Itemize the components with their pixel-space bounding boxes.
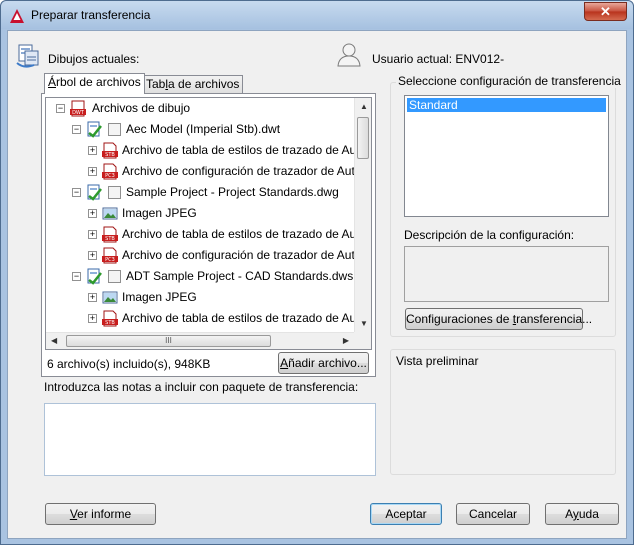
collapse-icon[interactable]: − [72,188,81,197]
collapse-icon[interactable]: − [72,272,81,281]
file-tree[interactable]: − DWT Archivos de dibujo − Aec Model (Imp… [45,97,372,350]
collapse-icon[interactable]: − [56,104,65,113]
dialog-body: Dibujos actuales: Usuario actual: ENV012… [7,30,627,539]
expand-icon[interactable]: + [88,251,97,260]
dialog-window: Preparar transferencia ✕ Dibujos actuale… [0,0,634,545]
tree-item-label: Imagen JPEG [122,206,197,220]
svg-text:STB: STB [105,236,115,242]
setup-description-label: Descripción de la configuración: [404,228,575,242]
collapse-icon[interactable]: − [72,125,81,134]
svg-text:PC3: PC3 [105,173,115,179]
tree-item-label: Archivo de configuración de trazador de … [122,164,354,178]
scroll-left-arrow-icon[interactable]: ◀ [51,336,57,345]
tree-root-label: Archivos de dibujo [92,101,191,115]
drawing-icon [87,268,102,285]
setup-description-box [404,246,609,302]
drawing-icon [87,184,102,201]
tree-item-label: ADT Sample Project - CAD Standards.dws [126,269,354,283]
file-tree-rows: − DWT Archivos de dibujo − Aec Model (Imp… [46,98,354,332]
tree-item-label: Sample Project - Project Standards.dwg [126,185,339,199]
tree-item-label: Aec Model (Imperial Stb).dwt [126,122,281,136]
expand-icon[interactable]: + [88,209,97,218]
stb-file-icon: STB [102,310,118,327]
expand-icon[interactable]: + [88,230,97,239]
jpeg-image-icon [102,291,118,304]
scroll-corner [354,332,371,349]
jpeg-image-icon [102,207,118,220]
include-checkbox[interactable] [108,123,121,136]
tree-item-label: Imagen JPEG [122,290,197,304]
autocad-logo-icon [10,9,24,23]
expand-icon[interactable]: + [88,146,97,155]
expand-icon[interactable]: + [88,167,97,176]
transfer-setup-item-standard[interactable]: Standard [407,98,606,112]
scroll-right-arrow-icon[interactable]: ▶ [343,336,349,345]
view-report-button[interactable]: Ver informe [45,503,156,525]
pc3-file-icon: PC3 [102,247,118,264]
tree-vertical-scrollbar[interactable]: ▲ ▼ [354,98,371,332]
current-drawings-label: Dibujos actuales: [48,52,140,66]
current-user-label: Usuario actual: ENV012- [372,52,505,66]
title-bar[interactable]: Preparar transferencia ✕ [1,1,633,29]
expand-icon[interactable]: + [88,293,97,302]
tree-vertical-scroll-thumb[interactable] [357,117,369,159]
pc3-file-icon: PC3 [102,163,118,180]
tree-item-label: Archivo de tabla de estilos de trazado d… [122,143,354,157]
help-button[interactable]: Ayuda [545,503,619,525]
expand-icon[interactable]: + [88,314,97,323]
files-summary: 6 archivo(s) incluido(s), 948KB [47,357,211,371]
notes-label: Introduzca las notas a incluir con paque… [44,380,359,394]
svg-text:STB: STB [105,320,115,326]
preview-label: Vista preliminar [396,354,479,368]
stb-file-icon: STB [102,142,118,159]
drawing-files-icon: DWT [70,100,86,117]
tree-item-label: Archivo de tabla de estilos de trazado d… [122,311,354,325]
tree-horizontal-scrollbar[interactable]: ◀ III ▶ [46,332,354,349]
close-button[interactable]: ✕ [584,2,627,21]
svg-text:PC3: PC3 [105,257,115,263]
add-file-button[interactable]: Añadir archivo... [278,352,369,374]
transfer-setup-list[interactable]: Standard [404,95,609,217]
tree-horizontal-scroll-thumb[interactable]: III [66,335,271,347]
transmittal-drawings-icon [16,44,39,68]
tab-file-table[interactable]: Tabla de archivos [142,75,244,94]
user-icon [337,43,361,67]
notes-textarea[interactable] [44,403,376,476]
tree-item-label: Archivo de tabla de estilos de trazado d… [122,227,354,241]
window-title: Preparar transferencia [31,8,151,22]
tab-file-tree[interactable]: Árbol de archivos [44,73,145,94]
accept-button[interactable]: Aceptar [370,503,442,525]
include-checkbox[interactable] [108,186,121,199]
stb-file-icon: STB [102,226,118,243]
transfer-setups-button[interactable]: Configuraciones de transferencia... [405,308,592,330]
tree-item-label: Archivo de configuración de trazador de … [122,248,354,262]
transfer-setup-label: Seleccione configuración de transferenci… [396,74,623,88]
svg-text:DWT: DWT [72,110,85,116]
drawing-icon [87,121,102,138]
tab-page: − DWT Archivos de dibujo − Aec Model (Imp… [41,93,376,377]
include-checkbox[interactable] [108,270,121,283]
cancel-button[interactable]: Cancelar [456,503,530,525]
scroll-down-arrow-icon[interactable]: ▼ [360,319,368,328]
svg-text:STB: STB [105,152,115,158]
scroll-up-arrow-icon[interactable]: ▲ [360,102,368,111]
